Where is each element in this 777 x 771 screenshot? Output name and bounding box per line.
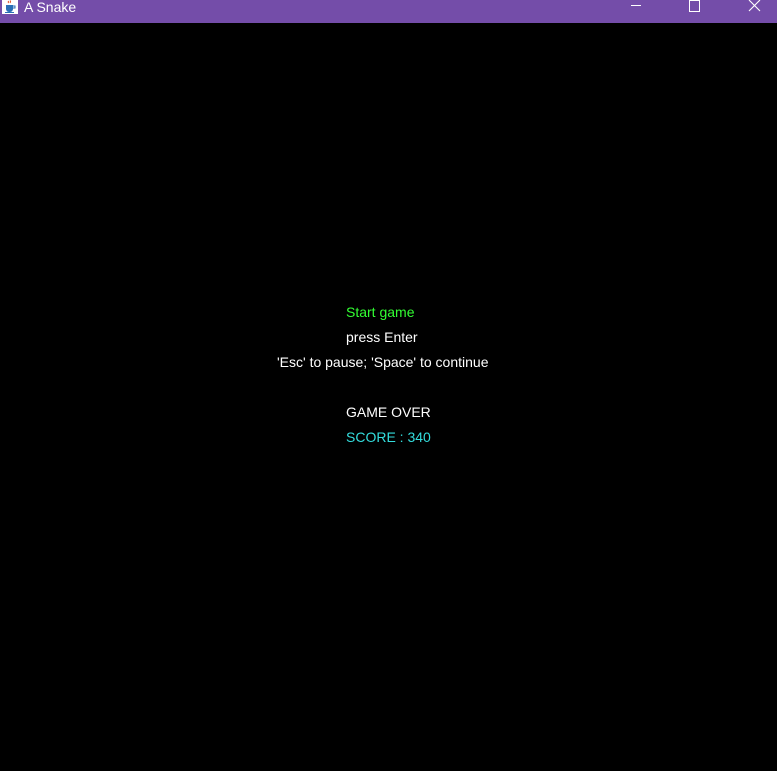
minimize-button[interactable]	[613, 0, 659, 23]
app-window: A Snake Start game press Enter 'Esc' to …	[0, 0, 777, 771]
game-over-label: GAME OVER	[346, 404, 431, 420]
score-display: SCORE : 340	[346, 429, 431, 445]
window-title: A Snake	[24, 0, 77, 15]
press-enter-hint: press Enter	[346, 329, 418, 345]
game-canvas[interactable]: Start game press Enter 'Esc' to pause; '…	[0, 23, 777, 771]
maximize-button[interactable]	[672, 0, 718, 23]
java-cup-icon	[2, 0, 18, 14]
close-button[interactable]	[731, 0, 777, 23]
title-bar[interactable]: A Snake	[0, 0, 777, 23]
controls-hint: 'Esc' to pause; 'Space' to continue	[277, 354, 489, 370]
start-game-label: Start game	[346, 304, 415, 320]
